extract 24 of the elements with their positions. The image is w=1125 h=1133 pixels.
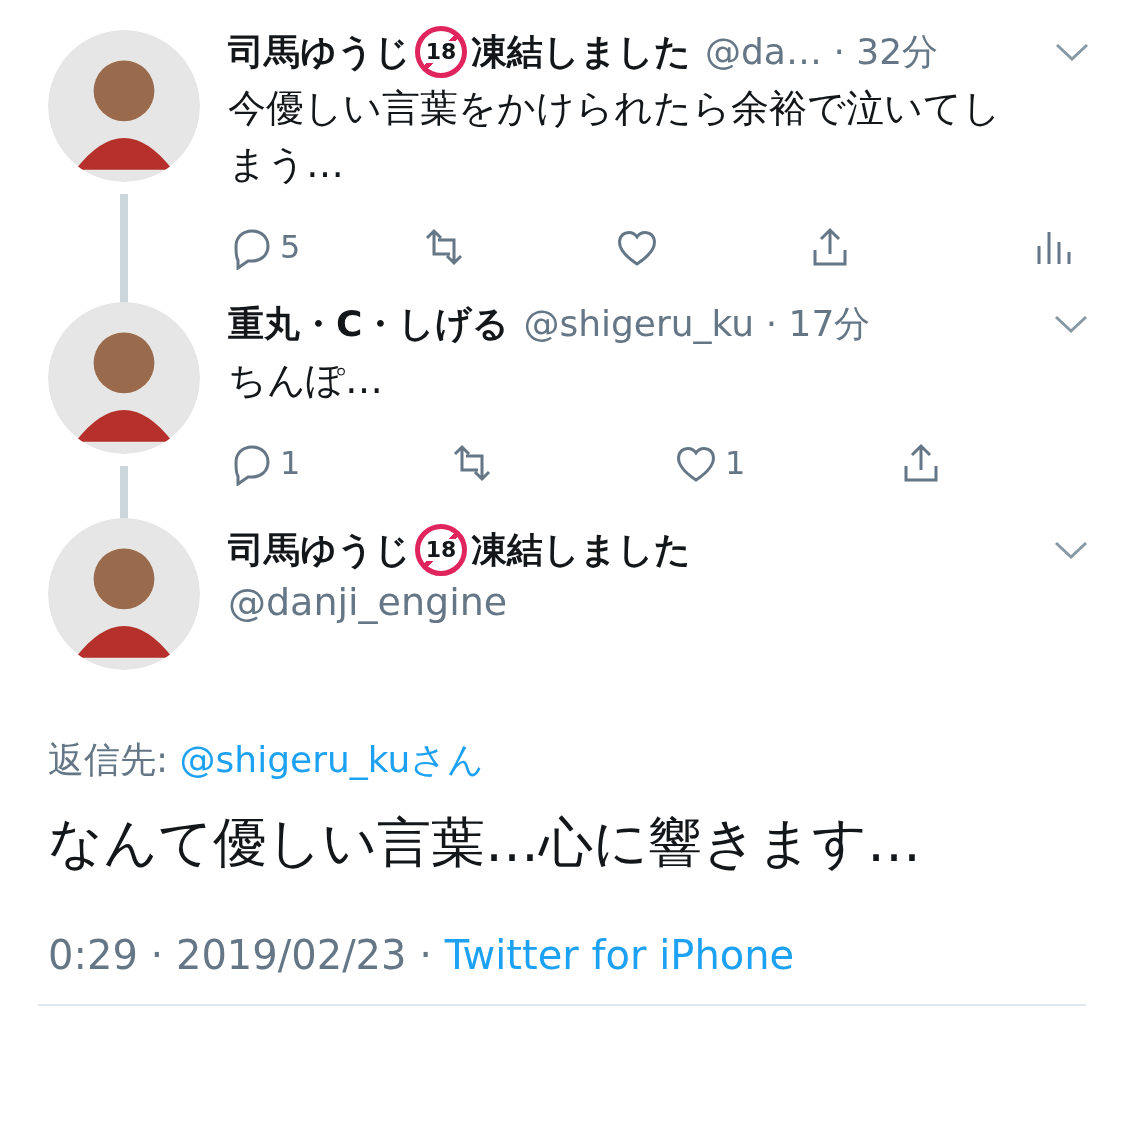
tweet-text: 今優しい言葉をかけられたら余裕で泣いてしまう… — [228, 85, 1002, 188]
handle-and-time: @shigeru_ku · 17分 — [523, 301, 871, 346]
user-name[interactable]: 凍結しました — [471, 27, 691, 77]
count-label: 1 — [280, 444, 301, 482]
reply-to-text: 返信先: @shigeru_kuさん — [48, 738, 486, 782]
user-name[interactable]: 重丸・C・しげる — [228, 299, 510, 349]
chevron-down-icon[interactable] — [1054, 314, 1088, 334]
avatar-image[interactable] — [48, 30, 200, 182]
user-handle[interactable]: @danji_engine — [228, 580, 1088, 624]
user-name[interactable]: 凍結しました — [471, 525, 691, 575]
user-name[interactable]: 司馬ゆうじ — [228, 525, 411, 575]
age-restriction-badge: 18 — [415, 524, 467, 576]
avatar-image[interactable] — [48, 518, 200, 670]
handle-and-time: @da… · 32分 — [705, 29, 939, 74]
tweet-text: なんて優しい言葉…心に響きます… — [48, 810, 922, 876]
count-label: 1 — [725, 444, 746, 482]
avatar-image[interactable] — [48, 302, 200, 454]
user-name[interactable]: 司馬ゆうじ — [228, 27, 411, 77]
count-label: 5 — [280, 228, 301, 266]
tweet-text: ちんぽ… — [228, 357, 384, 404]
chevron-down-icon[interactable] — [1055, 42, 1089, 62]
chevron-down-icon[interactable] — [1054, 540, 1088, 560]
timestamp: 0:29 · 2019/02/23 · — [48, 932, 433, 978]
age-restriction-badge: 18 — [415, 26, 467, 78]
